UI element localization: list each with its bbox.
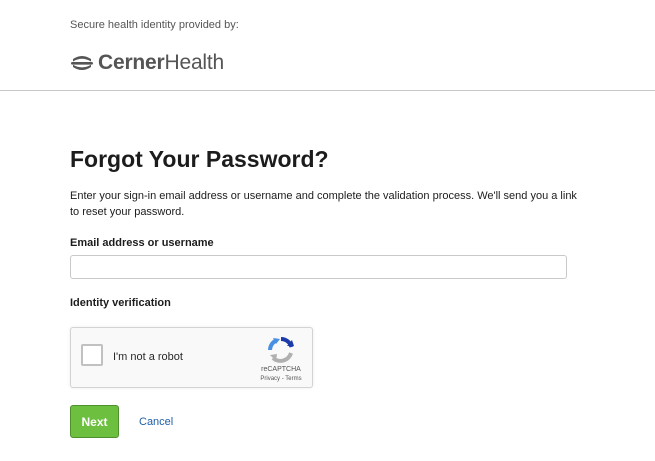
identity-verification-label: Identity verification <box>70 297 171 309</box>
logo-brand-bold: Cerner <box>98 51 165 74</box>
logo-text: CernerHealth <box>98 51 224 75</box>
cerner-logo-icon <box>71 56 93 70</box>
page-title: Forgot Your Password? <box>70 146 329 172</box>
recaptcha-icon <box>268 337 294 363</box>
logo-brand-regular: Health <box>164 51 225 74</box>
recaptcha-brand: reCAPTCHA <box>261 366 301 373</box>
cancel-link[interactable]: Cancel <box>139 416 173 428</box>
recaptcha-terms-link[interactable]: Terms <box>285 376 301 382</box>
email-input[interactable] <box>70 255 567 279</box>
instructions-text: Enter your sign-in email address or user… <box>70 190 577 218</box>
next-button[interactable]: Next <box>70 405 119 438</box>
email-label: Email address or username <box>70 237 214 249</box>
header: Secure health identity provided by: Cern… <box>0 0 655 91</box>
recaptcha-label: I'm not a robot <box>113 351 183 363</box>
cerner-health-logo: CernerHealth <box>70 51 224 75</box>
recaptcha-privacy-link[interactable]: Privacy <box>260 376 280 382</box>
recaptcha-checkbox[interactable] <box>81 344 103 366</box>
recaptcha-links: Privacy - Terms <box>251 376 311 382</box>
recaptcha-widget: I'm not a robot reCAPTCHA Privacy - Term… <box>70 327 313 388</box>
provided-by-text: Secure health identity provided by: <box>70 19 239 31</box>
